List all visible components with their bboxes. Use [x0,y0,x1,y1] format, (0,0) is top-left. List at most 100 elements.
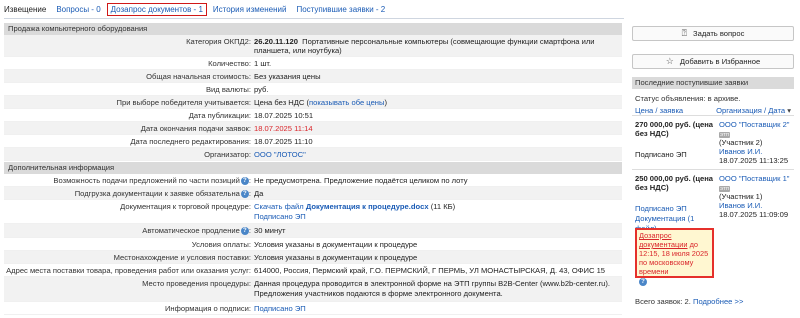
total-label: Общая начальная стоимость: [146,72,251,81]
announcement-status: Статус объявления: в архиве. [635,94,741,103]
venue-label: Место проведения процедуры: [142,279,251,288]
okpd-label: Категория ОКПД2: [186,37,251,46]
okpd-code: 26.20.11.120 [254,37,298,46]
help-icon[interactable]: ? [240,177,249,185]
row-qty: Количество: 1 шт. [4,57,622,70]
question-circle-icon: ⍰ [681,28,688,38]
sort-by-org-date-link[interactable]: Организация / Дата [716,106,785,115]
payment-value: Условия указаны в документации к процеду… [254,240,418,249]
row-upload: Подгрузка документации к заявке обязател… [4,187,622,200]
doc-request-link[interactable]: Дозапрос документации [639,231,688,249]
auto-extend-label: Автоматическое продление [142,226,240,235]
bids-total: Всего заявок: 2. Подробнее >> [635,297,743,306]
help-icon[interactable]: ? [240,190,249,198]
delivery-label: Местонахождение и условия поставки: [113,253,251,262]
row-total: Общая начальная стоимость: Без указания … [4,70,622,83]
show-both-prices-link[interactable]: показывать обе цены [309,98,384,107]
more-details-link[interactable]: Подробнее >> [693,297,743,306]
bid-org-link[interactable]: ООО "Поставщик 1" [719,174,790,183]
venue-line-1: Данная процедура проводится в электронно… [254,279,611,288]
bid-signed: Подписано ЭП [635,150,687,159]
tab-history[interactable]: История изменений [213,5,287,14]
bid-price: 270 000,00 руб. (цена без НДС) [635,120,714,138]
bid-row: 250 000,00 руб. (цена без НДС) Подписано… [632,170,794,233]
edit-date-value: 18.07.2025 11:10 [254,137,313,146]
row-pub-date: Дата публикации: 18.07.2025 10:51 [4,109,622,122]
okpd-text: Портативные персональные компьютеры (сов… [254,37,595,55]
ask-question-label: Задать вопрос [693,29,745,38]
partial-label: Возможность подачи предложений по части … [53,176,240,185]
tab-questions[interactable]: Вопросы - 0 [56,5,100,14]
winner-value: Цена без НДС [254,98,305,107]
tab-notice[interactable]: Извещение [4,5,46,14]
row-documentation: Документация к торговой процедуре: Скача… [4,200,622,224]
procedure-details: Продажа компьютерного оборудования Катег… [4,23,622,315]
row-currency: Вид валюты: руб. [4,83,622,96]
currency-value: руб. [254,85,269,94]
payment-label: Условия оплаты: [191,240,251,249]
tab-doc-request[interactable]: Дозапрос документов - 1 [106,3,207,16]
doc-file-link[interactable]: Документация к процедуре.docx [306,202,429,211]
qty-value: 1 шт. [254,59,272,68]
doc-signature-link[interactable]: Подписано ЭП [254,212,306,221]
download-file-link[interactable]: Скачать файл [254,202,304,211]
row-payment: Условия оплаты: Условия указаны в докуме… [4,238,622,251]
venue-line-2: Предложения участников подаются в форме … [254,289,503,298]
row-delivery: Местонахождение и условия поставки: Усло… [4,251,622,264]
auto-extend-value: 30 минут [254,226,286,235]
bids-total-text: Всего заявок: 2. [635,297,691,306]
edit-date-label: Дата последнего редактирования: [130,137,251,146]
sort-by-price-link[interactable]: Цена / заявка [635,106,683,115]
signature-label: Информация о подписи: [164,304,251,313]
row-address: Адрес места поставки товара, проведения … [4,264,622,277]
add-to-favorites-button[interactable]: ☆ Добавить в Избранное [632,54,794,69]
end-date-label: Дата окончания подачи заявок: [140,124,251,133]
bid-person-link[interactable]: Иванов И.И. [719,201,762,210]
bid-org-link[interactable]: ООО "Поставщик 2" [719,120,790,129]
section-extra-title: Дополнительная информация [4,162,622,174]
section-main-title: Продажа компьютерного оборудования [4,23,622,35]
row-auto-extend: Автоматическое продление?: 30 минут [4,224,622,238]
row-winner: При выборе победителя учитывается: Цена … [4,96,622,109]
bid-price: 250 000,00 руб. (цена без НДС) [635,174,714,192]
currency-label: Вид валюты: [205,85,251,94]
bid-person-link[interactable]: Иванов И.И. [719,147,762,156]
tab-divider [4,18,624,19]
tab-bar: Извещение Вопросы - 0 Дозапрос документо… [4,2,395,17]
bids-columns-header: Цена / заявка Организация / Дата ▾ [632,105,794,116]
total-value: Без указания цены [254,72,321,81]
upload-value: Да [254,189,264,198]
doc-label: Документация к торговой процедуре: [120,202,251,211]
row-okpd: Категория ОКПД2: 26.20.11.120 Портативны… [4,35,622,57]
doc-request-notice: Дозапрос документации до 12:15, 18 июля … [635,228,714,286]
row-edit-date: Дата последнего редактирования: 18.07.20… [4,135,622,148]
info-icon[interactable]: ? [639,278,647,286]
tab-received-bids[interactable]: Поступившие заявки - 2 [296,5,385,14]
row-signature: Информация о подписи: Подписано ЭП [4,302,622,315]
row-partial: Возможность подачи предложений по части … [4,174,622,187]
pub-date-value: 18.07.2025 10:51 [254,111,314,120]
action-panel: ⍰ Задать вопрос ☆ Добавить в Избранное [632,23,794,69]
add-to-favorites-label: Добавить в Избранное [679,57,761,66]
row-end-date: Дата окончания подачи заявок: 18.07.2025… [4,122,622,135]
row-organizer: Организатор: ООО "ЛОТОС" [4,148,622,161]
latest-bids-panel: Последние поступившие заявки Статус объя… [632,77,794,233]
help-icon[interactable]: ? [240,227,249,235]
qty-label: Количество: [208,59,251,68]
latest-bids-title: Последние поступившие заявки [632,77,794,89]
upload-label: Подгрузка документации к заявке обязател… [74,189,240,198]
winner-label: При выборе победителя учитывается: [116,98,251,107]
bid-participant: (Участник 2) [719,138,763,147]
pub-date-label: Дата публикации: [188,111,251,120]
signature-link[interactable]: Подписано ЭП [254,304,306,313]
star-icon: ☆ [665,56,674,66]
address-label: Адрес места поставки товара, проведения … [6,266,251,275]
bid-signature-link[interactable]: Подписано ЭП [635,204,687,213]
ask-question-button[interactable]: ⍰ Задать вопрос [632,26,794,41]
organizer-link[interactable]: ООО "ЛОТОС" [254,150,306,159]
end-date-value: 18.07.2025 11:14 [254,124,313,133]
row-venue: Место проведения процедуры: Данная проце… [4,277,622,302]
address-value: 614000, Россия, Пермский край, Г.О. ПЕРМ… [254,266,606,275]
organizer-label: Организатор: [204,150,251,159]
delivery-value: Условия указаны в документации к процеду… [254,253,418,262]
